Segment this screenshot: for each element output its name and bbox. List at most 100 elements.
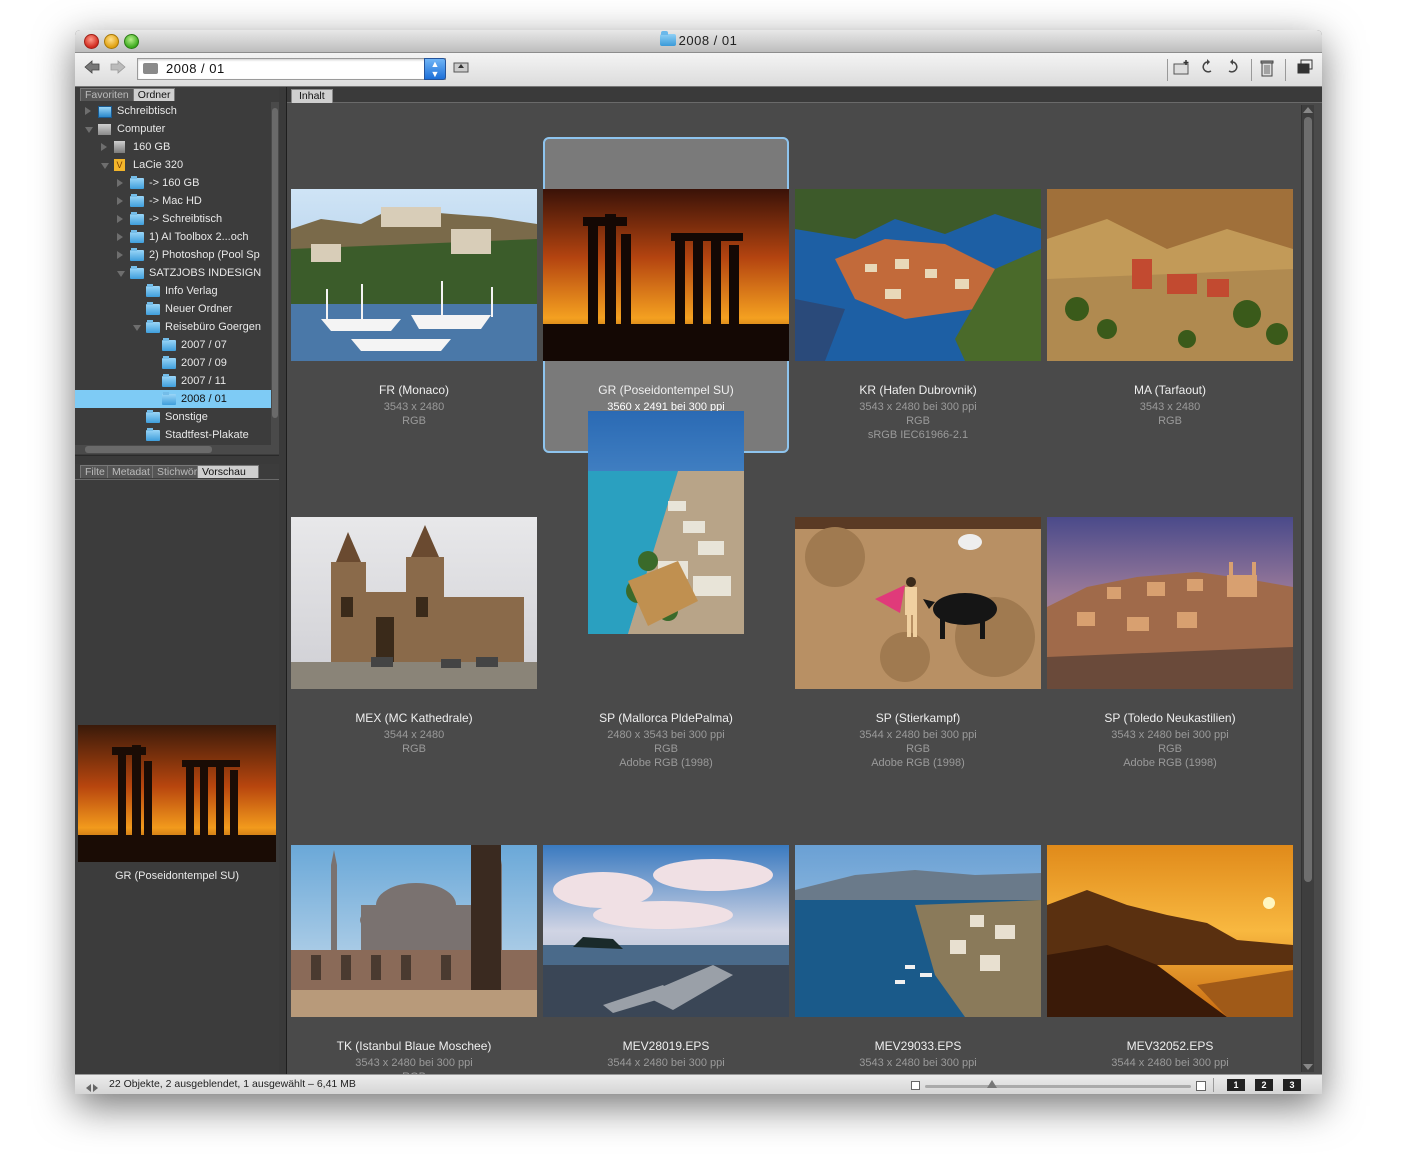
view-mode-3-button[interactable]: 3: [1283, 1079, 1301, 1091]
folder-tree-row[interactable]: -> 160 GB: [75, 174, 271, 192]
tab-inhalt[interactable]: Inhalt: [291, 89, 333, 103]
thumbnail-image[interactable]: [1047, 845, 1293, 1017]
folder-tree-row[interactable]: 2007 / 07: [75, 336, 271, 354]
tab-favoriten[interactable]: Favoriten: [80, 88, 134, 101]
folder-tree-row[interactable]: 160 GB: [75, 138, 271, 156]
thumbnail-cell[interactable]: SP (Stierkampf) 3544 x 2480 bei 300 ppi RG…: [795, 465, 1041, 781]
small-thumb-icon[interactable]: [911, 1081, 920, 1090]
thumbnail-image[interactable]: [795, 189, 1041, 361]
scroll-up-icon[interactable]: [1303, 107, 1313, 113]
folder-tree-label: Schreibtisch: [117, 105, 177, 117]
folder-tree-row[interactable]: Computer: [75, 120, 271, 138]
go-up-folder-icon[interactable]: [453, 59, 469, 79]
folder-tree-row[interactable]: -> Mac HD: [75, 192, 271, 210]
disclosure-closed-icon[interactable]: [117, 233, 123, 241]
toolbar-separator: [1251, 59, 1252, 81]
rotate-left-icon[interactable]: [1199, 59, 1215, 79]
thumbnail-cell[interactable]: MEV29033.EPS3543 x 2480 bei 300 ppiISO C…: [795, 793, 1041, 1094]
new-folder-icon[interactable]: [1173, 59, 1191, 79]
folder-tree-hscrollbar[interactable]: [75, 445, 279, 454]
thumbnail-cell[interactable]: GR (Poseidontempel SU) 3560 x 2491 bei 30…: [543, 137, 789, 453]
disclosure-closed-icon[interactable]: [117, 197, 123, 205]
folder-tree-row[interactable]: 2008 / 01: [75, 390, 271, 408]
thumbnail-cell[interactable]: KR (Hafen Dubrovnik) 3543 x 2480 bei 300 …: [795, 137, 1041, 453]
thumbnail-size-slider[interactable]: [925, 1085, 1191, 1088]
folder-tree-row[interactable]: Stadtfest-Plakate: [75, 426, 271, 444]
tab-stichwoerter[interactable]: Stichwör: [152, 465, 198, 478]
thumbnail-metadata: 3544 x 2480: [383, 729, 445, 741]
thumbnail-metadata: Adobe RGB (1998): [619, 757, 713, 769]
thumbnail-filename: MEX (MC Kathedrale): [355, 711, 473, 725]
preview-image[interactable]: [78, 725, 276, 862]
disclosure-closed-icon[interactable]: [117, 251, 123, 259]
folder-tree-row[interactable]: Info Verlag: [75, 282, 271, 300]
folder-tree-row[interactable]: Schreibtisch: [75, 102, 271, 120]
thumbnail-cell[interactable]: TK (Istanbul Blaue Moschee) 3543 x 2480 b…: [291, 793, 537, 1094]
view-mode-1-button[interactable]: 1: [1227, 1079, 1245, 1091]
disclosure-open-icon[interactable]: [117, 271, 125, 277]
thumbnail-image[interactable]: [543, 845, 789, 1017]
folder-tree-row[interactable]: 2007 / 11: [75, 372, 271, 390]
folder-tree-row[interactable]: SATZJOBS INDESIGN: [75, 264, 271, 282]
scrollbar-thumb[interactable]: [272, 108, 278, 418]
folder-tree-label: 1) AI Toolbox 2...och: [149, 231, 249, 243]
scrollbar-thumb[interactable]: [85, 446, 212, 453]
disclosure-open-icon[interactable]: [85, 127, 93, 133]
thumbnail-image[interactable]: [291, 517, 537, 689]
folder-tree-label: Computer: [117, 123, 166, 135]
thumbnail-cell[interactable]: SP (Mallorca PldePalma) 2480 x 3543 bei 3…: [543, 411, 789, 781]
thumbnail-cell[interactable]: MA (Tarfaout) 3543 x 2480 RGB: [1047, 137, 1293, 453]
disclosure-open-icon[interactable]: [101, 163, 109, 169]
folder-tree-row[interactable]: Neuer Ordner: [75, 300, 271, 318]
thumbnail-cell[interactable]: MEX (MC Kathedrale) 3544 x 2480 RGB: [291, 465, 537, 781]
folder-tree-scrollbar[interactable]: [271, 102, 279, 445]
disclosure-closed-icon[interactable]: [101, 143, 107, 151]
disclosure-closed-icon[interactable]: [117, 215, 123, 223]
thumbnail-image[interactable]: [1047, 517, 1293, 689]
arrow-right-icon[interactable]: [109, 59, 127, 79]
folder-icon: [162, 356, 176, 369]
trash-icon[interactable]: [1259, 59, 1275, 79]
scroll-down-icon[interactable]: [1303, 1064, 1313, 1070]
thumbnail-image[interactable]: [291, 845, 537, 1017]
folder-tree-row[interactable]: -> Schreibtisch: [75, 210, 271, 228]
folder-tree-row[interactable]: Sonstige: [75, 408, 271, 426]
toggle-panels-icon[interactable]: [85, 1080, 99, 1092]
tab-ordner[interactable]: Ordner: [132, 88, 176, 101]
disclosure-closed-icon[interactable]: [85, 107, 91, 115]
scrollbar-thumb[interactable]: [1304, 117, 1312, 882]
path-popup[interactable]: 2008 / 01 ▲ ▼: [137, 58, 446, 80]
content-scrollbar[interactable]: [1301, 105, 1314, 1072]
disclosure-open-icon[interactable]: [133, 325, 141, 331]
thumbnail-image[interactable]: [291, 189, 537, 361]
thumbnail-image[interactable]: [588, 411, 744, 634]
large-thumb-icon[interactable]: [1196, 1081, 1206, 1091]
tab-vorschau[interactable]: Vorschau: [197, 465, 259, 478]
folder-tree-row[interactable]: V LaCie 320: [75, 156, 271, 174]
thumbnail-cell[interactable]: FR (Monaco) 3543 x 2480 RGB: [291, 137, 537, 453]
thumbnail-image[interactable]: [795, 517, 1041, 689]
folder-tree-row[interactable]: 1) AI Toolbox 2...och: [75, 228, 271, 246]
compact-mode-icon[interactable]: [1297, 59, 1313, 79]
thumbnail-cell[interactable]: MEV28019.EPS3544 x 2480 bei 300 ppiISO C…: [543, 793, 789, 1094]
panel-splitter[interactable]: [75, 455, 279, 464]
thumbnail-metadata: RGB: [906, 743, 930, 755]
arrow-left-icon[interactable]: [83, 59, 101, 79]
status-text: 22 Objekte, 2 ausgeblendet, 1 ausgewählt…: [109, 1078, 356, 1090]
tab-metadaten[interactable]: Metadat: [107, 465, 153, 478]
path-dropdown-icon[interactable]: ▲ ▼: [424, 58, 446, 80]
pane-divider[interactable]: [279, 87, 287, 1074]
folder-tree-row[interactable]: 2) Photoshop (Pool Sp: [75, 246, 271, 264]
folder-tree-row[interactable]: Reisebüro Goergen: [75, 318, 271, 336]
slider-knob[interactable]: [986, 1080, 997, 1088]
thumbnail-cell[interactable]: SP (Toledo Neukastilien) 3543 x 2480 bei …: [1047, 465, 1293, 781]
view-mode-2-button[interactable]: 2: [1255, 1079, 1273, 1091]
folder-tree-row[interactable]: 2007 / 09: [75, 354, 271, 372]
tab-filter[interactable]: Filte: [80, 465, 108, 478]
thumbnail-image[interactable]: [1047, 189, 1293, 361]
rotate-right-icon[interactable]: [1225, 59, 1241, 79]
thumbnail-image[interactable]: [795, 845, 1041, 1017]
thumbnail-image[interactable]: [543, 189, 789, 361]
disclosure-closed-icon[interactable]: [117, 179, 123, 187]
thumbnail-cell[interactable]: MEV32052.EPS3544 x 2480 bei 300 ppiISO C…: [1047, 793, 1293, 1094]
